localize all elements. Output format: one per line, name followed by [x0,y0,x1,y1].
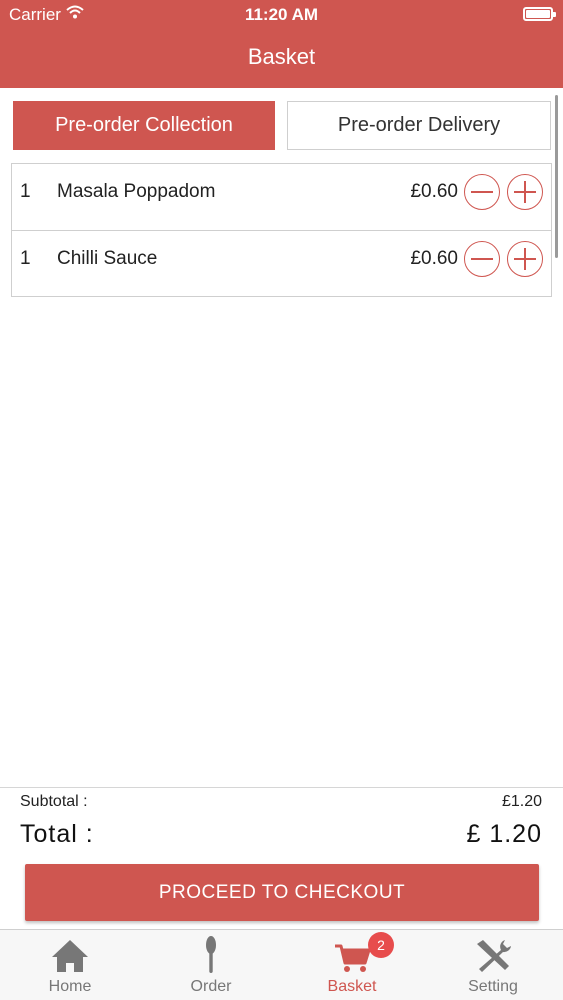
total-label: Total : [20,820,94,848]
item-price: £0.60 [410,248,458,269]
item-quantity: 1 [20,248,31,269]
increase-quantity-button[interactable] [507,174,543,210]
cart-icon [335,944,371,972]
divider [0,787,563,788]
page-title: Basket [247,44,316,69]
item-price: £0.60 [410,181,458,202]
home-icon [52,940,88,972]
tab-bar: Home Order Basket Setting [0,929,563,1000]
list-item: 1 Chilli Sauce £0.60 [12,230,551,296]
item-name: Masala Poppadom [57,181,216,202]
clock: 11:20 AM [244,5,319,24]
tab-home-label: Home [48,978,92,995]
subtotal-label: Subtotal : [20,793,88,810]
navigation-bar: Carrier 11:20 AM Basket [0,0,563,88]
decrease-quantity-button[interactable] [464,241,500,277]
item-name: Chilli Sauce [57,248,158,269]
tab-order[interactable]: Order [141,930,281,1000]
tab-setting-label: Setting [468,978,518,995]
tab-basket-label: Basket [327,978,377,995]
tab-setting[interactable]: Setting [423,930,563,1000]
increase-quantity-button[interactable] [507,241,543,277]
status-bar: Carrier 11:20 AM [0,0,563,30]
tab-order-label: Order [190,978,232,995]
list-item: 1 Masala Poppadom £0.60 [12,164,551,230]
scrollbar[interactable] [555,95,558,258]
tab-preorder-collection[interactable]: Pre-order Collection [13,101,275,150]
tools-icon [477,940,511,972]
tab-home[interactable]: Home [0,930,140,1000]
item-quantity: 1 [20,181,31,202]
basket-count-badge: 2 [368,932,394,958]
basket-item-list: 1 Masala Poppadom £0.60 1 Chilli Sauce £… [11,163,552,297]
tab-basket[interactable]: Basket [282,930,422,1000]
proceed-to-checkout-button[interactable]: PROCEED TO CHECKOUT [25,864,539,921]
battery-icon [523,7,556,21]
subtotal-value: £1.20 [501,793,542,810]
tab-preorder-delivery[interactable]: Pre-order Delivery [287,101,551,150]
decrease-quantity-button[interactable] [464,174,500,210]
spoon-icon [206,936,216,973]
total-value: £ 1.20 [466,820,542,848]
